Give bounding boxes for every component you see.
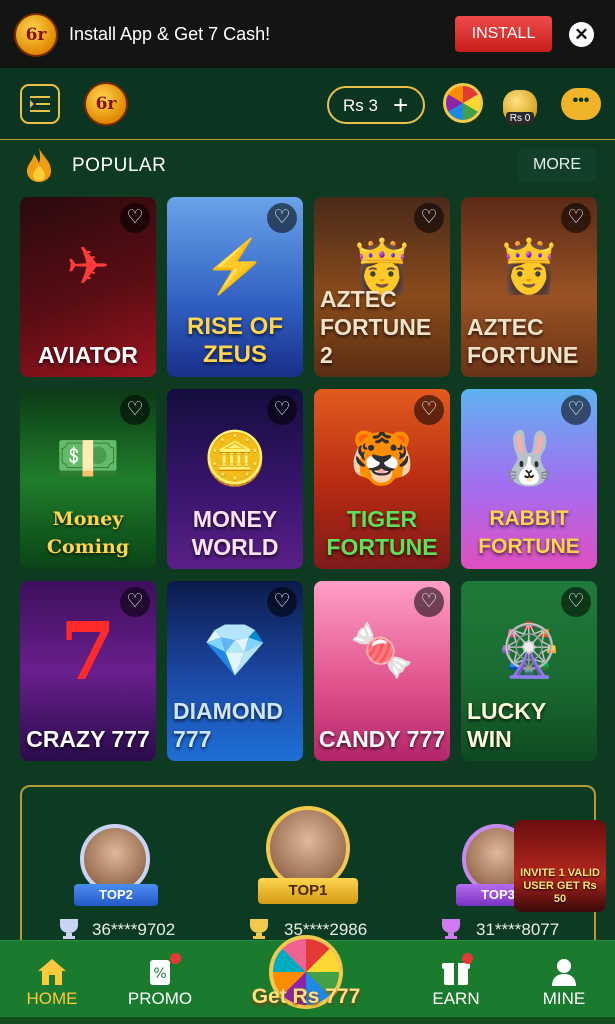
favorite-heart-icon[interactable]: ♡ <box>561 587 591 617</box>
balance-pill[interactable]: Rs 3 + <box>327 86 425 124</box>
favorite-heart-icon[interactable]: ♡ <box>414 203 444 233</box>
game-name: Money Coming <box>46 508 130 558</box>
favorite-heart-icon[interactable]: ♡ <box>414 587 444 617</box>
favorite-heart-icon[interactable]: ♡ <box>267 395 297 425</box>
game-name: RABBIT FORTUNE <box>478 507 580 558</box>
nav-label: HOME <box>26 989 78 1008</box>
install-banner-title: Install App & Get 7 Cash! <box>69 24 271 44</box>
menu-icon <box>30 96 50 112</box>
rank-badge: TOP1 <box>258 878 358 904</box>
game-name: AZTEC FORTUNE 2 <box>320 286 432 368</box>
bag-balance: Rs 0 <box>506 112 534 125</box>
nav-home[interactable]: HOME <box>12 941 92 1024</box>
svg-text:%: % <box>153 966 166 982</box>
nav-mine[interactable]: MINE <box>528 941 600 1024</box>
flame-icon <box>27 148 51 182</box>
leaderboard-top1: TOP1 <box>250 800 366 908</box>
menu-button[interactable] <box>20 84 60 124</box>
install-banner: 6r Install App & Get 7 Cash! INSTALL ✕ <box>0 0 615 68</box>
favorite-heart-icon[interactable]: ♡ <box>120 395 150 425</box>
rank-badge: TOP2 <box>74 884 158 906</box>
tiger-fortune-art: 🐯 <box>349 430 415 488</box>
chat-dots: ••• <box>572 92 590 109</box>
nav-label: PROMO <box>127 989 193 1008</box>
game-tile-aviator[interactable]: ✈ AVIATOR ♡ <box>20 197 156 377</box>
diamond-777-art: 💎 <box>202 622 268 680</box>
game-name: AVIATOR <box>38 342 138 368</box>
game-tile-candy-777[interactable]: 🍬 CANDY 777 ♡ <box>314 581 450 761</box>
game-tile-money-world[interactable]: 🪙 MONEY WORLD ♡ <box>167 389 303 569</box>
promo-icon: % <box>150 960 170 985</box>
game-name: CANDY 777 <box>318 726 446 752</box>
game-name: DIAMOND 777 <box>173 698 283 752</box>
app-header: 6r Rs 3 + Rs 0 ••• <box>0 68 615 140</box>
favorite-heart-icon[interactable]: ♡ <box>267 203 297 233</box>
app-logo: 6r <box>14 13 58 57</box>
nav-promo[interactable]: % PROMO <box>122 941 198 1024</box>
spin-wheel-label: Get Rs 777 <box>251 985 361 1008</box>
section-title: POPULAR <box>72 155 167 176</box>
rabbit-fortune-art: 🐰 <box>496 430 562 488</box>
game-name: CRAZY 777 <box>26 726 150 752</box>
game-name: LUCKY WIN <box>467 698 546 752</box>
leaderboard-score: 36****9702 <box>92 920 176 939</box>
game-tile-tiger-fortune[interactable]: 🐯 TIGER FORTUNE ♡ <box>314 389 450 569</box>
favorite-heart-icon[interactable]: ♡ <box>561 395 591 425</box>
game-tile-aztec-fortune[interactable]: 👸 AZTEC FORTUNE ♡ <box>461 197 597 377</box>
favorite-heart-icon[interactable]: ♡ <box>561 203 591 233</box>
leaderboard-top2: TOP2 <box>70 822 162 912</box>
nav-label: EARN <box>432 989 480 1008</box>
invite-promo-card[interactable]: INVITE 1 VALID USER GET Rs 50 <box>514 820 606 912</box>
game-name: AZTEC FORTUNE <box>467 314 579 368</box>
lucky-win-art: 🎡 <box>496 622 562 680</box>
support-chat-icon[interactable]: ••• <box>561 88 601 120</box>
game-name: RISE OF ZEUS <box>186 313 283 368</box>
brand-logo[interactable]: 6r <box>84 82 128 126</box>
install-button[interactable]: INSTALL <box>455 16 552 52</box>
money-world-art: 🪙 <box>202 430 268 488</box>
candy-777-art: 🍬 <box>349 622 415 680</box>
favorite-heart-icon[interactable]: ♡ <box>414 395 444 425</box>
game-name: MONEY WORLD <box>191 506 279 560</box>
leaderboard-score: 31****8077 <box>476 920 560 939</box>
brand-logo-text: 6r <box>95 94 117 114</box>
aztec-fortune-art: 👸 <box>496 238 562 296</box>
add-funds-icon[interactable]: + <box>393 90 408 121</box>
favorite-heart-icon[interactable]: ♡ <box>120 203 150 233</box>
game-grid: ✈ AVIATOR ♡ ⚡ RISE OF ZEUS ♡ 👸 AZTEC FOR… <box>20 197 597 762</box>
system-home-bar <box>0 1017 615 1024</box>
close-icon[interactable]: ✕ <box>569 22 594 47</box>
game-tile-diamond-777[interactable]: 💎 DIAMOND 777 ♡ <box>167 581 303 761</box>
spin-wheel-icon[interactable] <box>443 83 483 123</box>
favorite-heart-icon[interactable]: ♡ <box>267 587 297 617</box>
favorite-heart-icon[interactable]: ♡ <box>120 587 150 617</box>
nav-earn[interactable]: EARN <box>420 941 492 1024</box>
user-icon <box>552 959 576 986</box>
crazy-777-art: 7 <box>60 604 116 698</box>
money-bag-icon[interactable]: Rs 0 <box>500 80 540 126</box>
trophy-purple-icon <box>442 919 460 939</box>
game-tile-money-coming[interactable]: 💵 Money Coming ♡ <box>20 389 156 569</box>
balance-amount: Rs 3 <box>343 96 378 115</box>
invite-promo-text: INVITE 1 VALID USER GET Rs 50 <box>520 867 600 905</box>
promo-notification-dot <box>170 953 181 964</box>
game-tile-rabbit-fortune[interactable]: 🐰 RABBIT FORTUNE ♡ <box>461 389 597 569</box>
spin-notification-dot <box>306 940 317 951</box>
zeus-art: ⚡ <box>202 238 268 296</box>
game-tile-aztec-fortune-2[interactable]: 👸 AZTEC FORTUNE 2 ♡ <box>314 197 450 377</box>
home-icon <box>38 959 66 985</box>
game-tile-rise-of-zeus[interactable]: ⚡ RISE OF ZEUS ♡ <box>167 197 303 377</box>
earn-notification-dot <box>462 953 473 964</box>
game-name: TIGER FORTUNE <box>326 506 438 560</box>
app-logo-text: 6r <box>25 25 47 45</box>
nav-label: MINE <box>542 989 586 1008</box>
money-coming-art: 💵 <box>55 430 121 488</box>
aviator-art: ✈ <box>66 238 110 296</box>
popular-section-header: POPULAR MORE <box>0 141 615 191</box>
game-tile-lucky-win[interactable]: 🎡 LUCKY WIN ♡ <box>461 581 597 761</box>
game-tile-crazy-777[interactable]: 7 CRAZY 777 ♡ <box>20 581 156 761</box>
trophy-silver-icon <box>60 919 78 939</box>
more-button[interactable]: MORE <box>518 148 596 182</box>
